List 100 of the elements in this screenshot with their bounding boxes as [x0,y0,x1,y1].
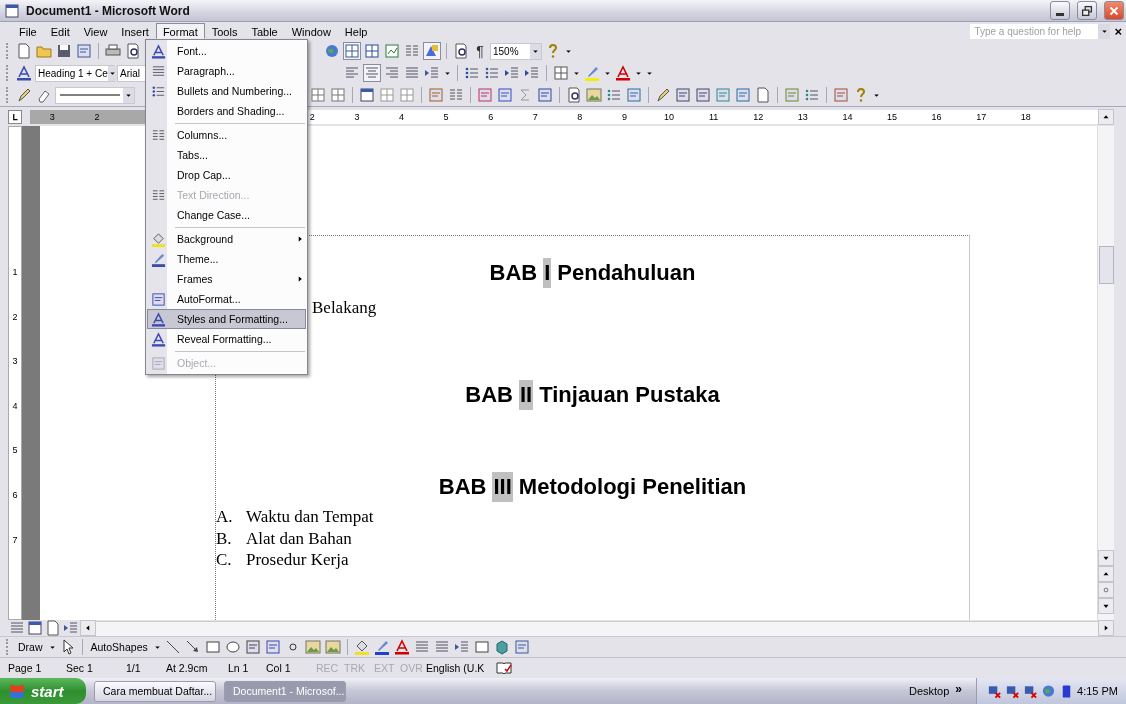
tab-selector-button[interactable] [8,109,22,124]
picture-icon[interactable] [323,638,342,656]
window-title: Document1 - Microsoft Word [26,3,191,18]
list-marker: C. [216,549,233,571]
status-text: Sec 1 [66,662,94,674]
flag-icon [8,682,26,700]
menu-item[interactable]: Drop Cap... [147,165,306,185]
clock: 4:15 PM [1077,685,1118,697]
clip-art-icon[interactable] [303,638,322,656]
menu-item[interactable]: Font... [147,41,306,61]
menu-item[interactable]: Borders and Shading... [147,101,306,121]
web-view-icon[interactable] [26,619,44,637]
scroll-right-button[interactable] [1098,620,1114,636]
menu-item[interactable]: Reveal Formatting... [147,329,306,349]
ruler-number: 3 [353,111,361,122]
circle-icon [1101,585,1111,595]
help-search-field[interactable]: Type a question for help [970,23,1099,39]
next-page-button[interactable] [1098,598,1114,614]
ruler-number: 15 [886,111,898,122]
table-icon[interactable] [309,86,327,104]
globe-icon[interactable] [323,42,341,60]
close-button[interactable] [1104,1,1124,20]
app-icon [4,2,20,19]
scroll-down-button[interactable] [1098,550,1114,566]
list-marker: A. [216,506,234,528]
menu-item[interactable]: Styles and Formatting... [147,309,306,329]
heading-text: BAB [465,381,513,409]
spreadsheet-icon[interactable] [383,42,401,60]
menu-item[interactable]: Table [244,23,285,39]
menu-item[interactable]: Change Case... [147,205,306,225]
menu-item[interactable]: Tools [204,23,245,39]
styles-icon[interactable] [15,64,33,82]
drawing-icon[interactable] [423,42,441,60]
spelling-book-icon [496,660,512,676]
pen-icon[interactable] [654,86,672,104]
text-box-icon[interactable] [243,638,262,656]
desktop-toolbar-label: Desktop [908,685,950,697]
ruler-number: 4 [12,400,18,413]
menu-item[interactable]: Insert [114,23,156,39]
line-color-icon[interactable] [372,638,391,656]
draw-menu-button[interactable]: Draw [15,638,46,656]
new-document-icon[interactable] [15,42,33,60]
menu-item[interactable]: Frames [147,269,306,289]
align-center-icon[interactable] [363,64,381,82]
autoshapes-menu-button[interactable]: AutoShapes [87,638,151,656]
line-style-combo[interactable] [55,86,135,104]
menu-item[interactable]: Tabs... [147,145,306,165]
ruler-number: 16 [930,111,943,122]
border-icon[interactable] [552,64,570,82]
network-icon [987,683,1002,699]
menu-item[interactable]: Bullets and Numbering... [147,81,306,101]
magnifier-icon[interactable] [565,86,583,104]
menu-item[interactable]: Window [284,23,338,39]
shadow-icon[interactable] [472,638,491,656]
status-text: Col 1 [266,662,292,674]
show-formatting-marks-button[interactable]: ¶ [472,43,488,59]
pencil-icon[interactable] [15,86,33,104]
menu-item[interactable]: Edit [43,23,77,39]
table-icon[interactable] [363,42,381,60]
font-color-icon[interactable] [392,638,411,656]
menu-item[interactable]: AutoFormat... [147,289,306,309]
scroll-up-button[interactable] [1098,108,1114,125]
taskbar-button[interactable]: Cara membuat Daftar... [94,680,216,702]
restore-button[interactable] [1077,1,1097,20]
heading-text: BAB [438,473,487,501]
font-icon [150,43,166,59]
scroll-left-button[interactable] [80,620,96,636]
toolbar-chevron[interactable]: » [955,682,962,696]
close-document-button[interactable]: × [1114,23,1122,39]
ruler-number: 2 [308,111,316,122]
minimize-button[interactable] [1050,1,1070,20]
previous-page-button[interactable] [1098,566,1114,582]
scroll-thumb[interactable] [1098,246,1114,284]
table-borders-icon[interactable] [343,42,361,60]
menu-item[interactable]: View [76,23,115,39]
menu-item[interactable]: File [12,23,44,39]
save-icon[interactable] [55,42,73,60]
line-sample-icon [60,92,120,98]
oval-icon[interactable] [223,638,242,656]
menu-item[interactable]: Paragraph... [147,61,306,81]
minimize-icon [1056,12,1064,16]
table-icon[interactable] [329,86,347,104]
document-icon[interactable] [754,86,772,104]
table-icon[interactable] [358,86,376,104]
document-map-icon[interactable] [452,42,470,60]
font-color-icon[interactable] [614,64,632,82]
status-text: TRK [344,662,366,674]
menu-item[interactable]: Help [337,23,375,39]
print-preview-icon[interactable] [124,42,142,60]
start-button[interactable]: start [0,678,86,704]
menu-item[interactable]: Format [155,23,205,39]
text-direction-icon [150,187,166,203]
menu-item[interactable]: Theme... [147,249,306,269]
status-text: OVR [400,662,424,674]
style-combo[interactable]: Heading 1 + Ce [35,64,115,82]
font-combo[interactable]: Arial [117,64,147,82]
fill-color-icon[interactable] [352,638,371,656]
paragraph-icon [150,63,166,79]
zoom-combo[interactable]: 150% [490,42,542,60]
help-dropdown-button[interactable] [1098,23,1111,39]
